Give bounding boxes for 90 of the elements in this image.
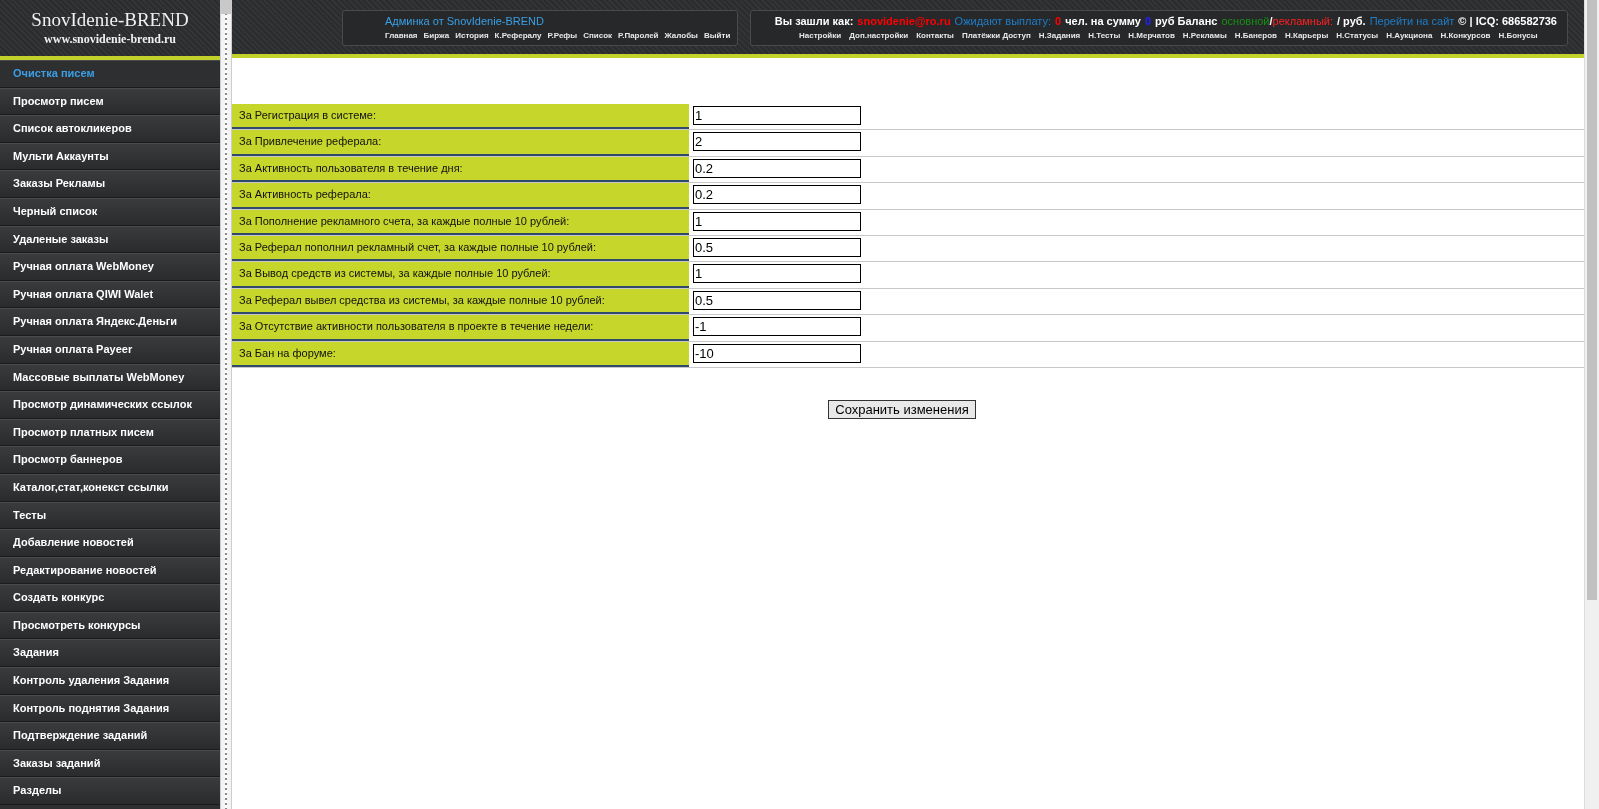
nav-link[interactable]: История <box>455 30 489 42</box>
sidebar-item[interactable]: Мульти Аккаунты <box>0 142 220 171</box>
nav-link[interactable]: Н.Карьеры <box>1284 30 1329 42</box>
sidebar-item[interactable]: Тесты <box>0 501 220 530</box>
nav-link[interactable]: Н.Рекламы <box>1182 30 1227 42</box>
input-field[interactable]: -1 <box>693 317 861 337</box>
input-field[interactable]: 0.2 <box>693 158 861 178</box>
nav-link[interactable]: Биржа <box>423 30 450 42</box>
nav-link[interactable]: Н.Банеров <box>1234 30 1277 42</box>
sidebar-item[interactable]: Ручная оплата Payeer <box>0 335 220 364</box>
sidebar-item[interactable]: Контроль удаления Задания <box>0 667 220 695</box>
field-label: За Реферал вывел средства из системы, за каждые полные 10 рублей: <box>232 288 689 315</box>
sidebar-item[interactable]: Добавление новостей <box>0 529 220 557</box>
input-field[interactable]: -10 <box>693 343 861 363</box>
status-text: руб Баланс <box>1155 14 1218 28</box>
sidebar-item[interactable]: Заказы заданий <box>0 749 220 778</box>
status-text: 0 <box>1144 14 1152 28</box>
frame-splitter[interactable] <box>220 0 232 809</box>
nav-link[interactable]: Н.Статусы <box>1336 30 1379 42</box>
sidebar-item[interactable]: Просмотр динамических ссылок <box>0 391 220 419</box>
nav-link[interactable]: Доп.настройки <box>849 30 909 42</box>
nav-link[interactable]: Н.Задания <box>1038 30 1081 42</box>
input-field[interactable]: 2 <box>693 132 861 152</box>
field-label: За Активность пользователя в течение дня: <box>232 156 689 183</box>
input-field[interactable]: 1 <box>693 211 861 231</box>
sidebar-item[interactable]: Каталог,стат,конекст ссылки <box>0 473 220 502</box>
nav-link[interactable]: Р.Рефы <box>547 30 578 42</box>
input-field[interactable]: 0.5 <box>693 290 861 310</box>
nav-link[interactable]: Н.Мерчатов <box>1128 30 1175 42</box>
admin-title: Админка от SnovIdenie-BREND <box>385 14 545 28</box>
nav-link[interactable]: К.Рефералу <box>494 30 542 42</box>
nav-link[interactable]: Главная <box>385 30 418 42</box>
status-text: 0 <box>1055 14 1062 28</box>
sidebar-item[interactable]: Контроль поднятия Задания <box>0 694 220 723</box>
sidebar-item[interactable]: Просмотр баннеров <box>0 446 220 474</box>
sidebar-item[interactable]: Ручная оплата QIWI Walet <box>0 280 220 309</box>
status-text: чел. на сумму <box>1065 14 1141 28</box>
input-field[interactable]: 1 <box>693 264 861 284</box>
input-field[interactable]: 1 <box>693 106 861 125</box>
sidebar-item[interactable]: Очистка писем <box>0 60 220 88</box>
status-text: Перейти на сайт <box>1369 14 1455 28</box>
status-text: © | ICQ: 686582736 <box>1458 14 1557 28</box>
field-label: За Бан на форуме: <box>232 341 689 367</box>
nav-link[interactable]: Н.Тесты <box>1088 30 1121 42</box>
sidebar-item[interactable]: Список автокликеров <box>0 115 220 143</box>
sidebar-item[interactable]: Удаленые заказы <box>0 225 220 254</box>
sidebar-item[interactable]: Разделы <box>0 777 220 806</box>
nav-link[interactable]: Н.Конкурсов <box>1440 30 1491 42</box>
nav-link[interactable]: Настройки <box>799 30 842 42</box>
status-text: / <box>1269 14 1273 28</box>
sidebar-item[interactable]: Черный список <box>0 197 220 226</box>
input-field[interactable]: 0.2 <box>693 185 861 205</box>
save-button[interactable]: Сохранить изменения <box>828 399 976 419</box>
nav-link[interactable]: Р.Паролей <box>618 30 659 42</box>
field-label: За Отсутствие активности пользователя в проекте в течение недели: <box>232 315 689 341</box>
sidebar-item[interactable]: Просмотр платных писем <box>0 418 220 447</box>
sidebar-item[interactable]: Ручная оплата WebMoney <box>0 253 220 281</box>
nav-link[interactable]: Жалобы <box>664 30 698 42</box>
sidebar-item[interactable]: Массовые выплаты WebMoney <box>0 363 220 392</box>
site-url: www.snovidenie-brend.ru <box>44 31 176 47</box>
field-label: За Привлечение реферала: <box>232 130 689 156</box>
status-text: snovidenie@ro.ru <box>857 14 951 28</box>
field-label: За Пополнение рекламного счета, за каждые полные 10 рублей: <box>232 209 689 235</box>
input-field[interactable]: 0.5 <box>693 237 861 257</box>
sidebar-item[interactable]: Просмотреть конкурсы <box>0 611 220 640</box>
status-text: Вы зашли как: <box>774 14 854 28</box>
status-text: / руб. <box>1337 14 1366 28</box>
sidebar-item[interactable]: Редактирование новостей <box>0 556 220 585</box>
nav-link[interactable]: Контакты <box>916 30 954 42</box>
site-title: SnovIdenie-BREND <box>31 9 189 31</box>
field-label: За Реферал пополнил рекламный счет, за каждые полные 10 рублей: <box>232 235 689 262</box>
nav-link[interactable]: Платёжки Доступ <box>961 30 1031 42</box>
field-label: За Регистрация в системе: <box>232 104 689 130</box>
scrollbar[interactable] <box>1584 0 1599 809</box>
nav-link[interactable]: Список <box>583 30 613 42</box>
status-text: Ожидают выплату: <box>954 14 1052 28</box>
scrollbar-thumb[interactable] <box>1587 0 1597 600</box>
sidebar-item[interactable]: Просмотр писем <box>0 87 220 116</box>
nav-link[interactable]: Н.Бонусы <box>1498 30 1538 42</box>
nav-link[interactable]: Выйти <box>703 30 731 42</box>
sidebar-item[interactable]: Задания <box>0 639 220 668</box>
status-text: основной <box>1221 14 1270 28</box>
field-label: За Вывод средств из системы, за каждые полные 10 рублей: <box>232 262 689 288</box>
nav-link[interactable]: Н.Аукциона <box>1386 30 1433 42</box>
field-label: За Активность реферала: <box>232 183 689 209</box>
sidebar-item[interactable]: Ручная оплата Яндекс.Деньги <box>0 308 220 336</box>
status-text: рекламный: <box>1272 14 1333 28</box>
sidebar-item[interactable]: Создать конкурс <box>0 584 220 612</box>
sidebar-item[interactable]: Заказы Рекламы <box>0 170 220 198</box>
sidebar-item[interactable]: Подтверждение заданий <box>0 722 220 750</box>
